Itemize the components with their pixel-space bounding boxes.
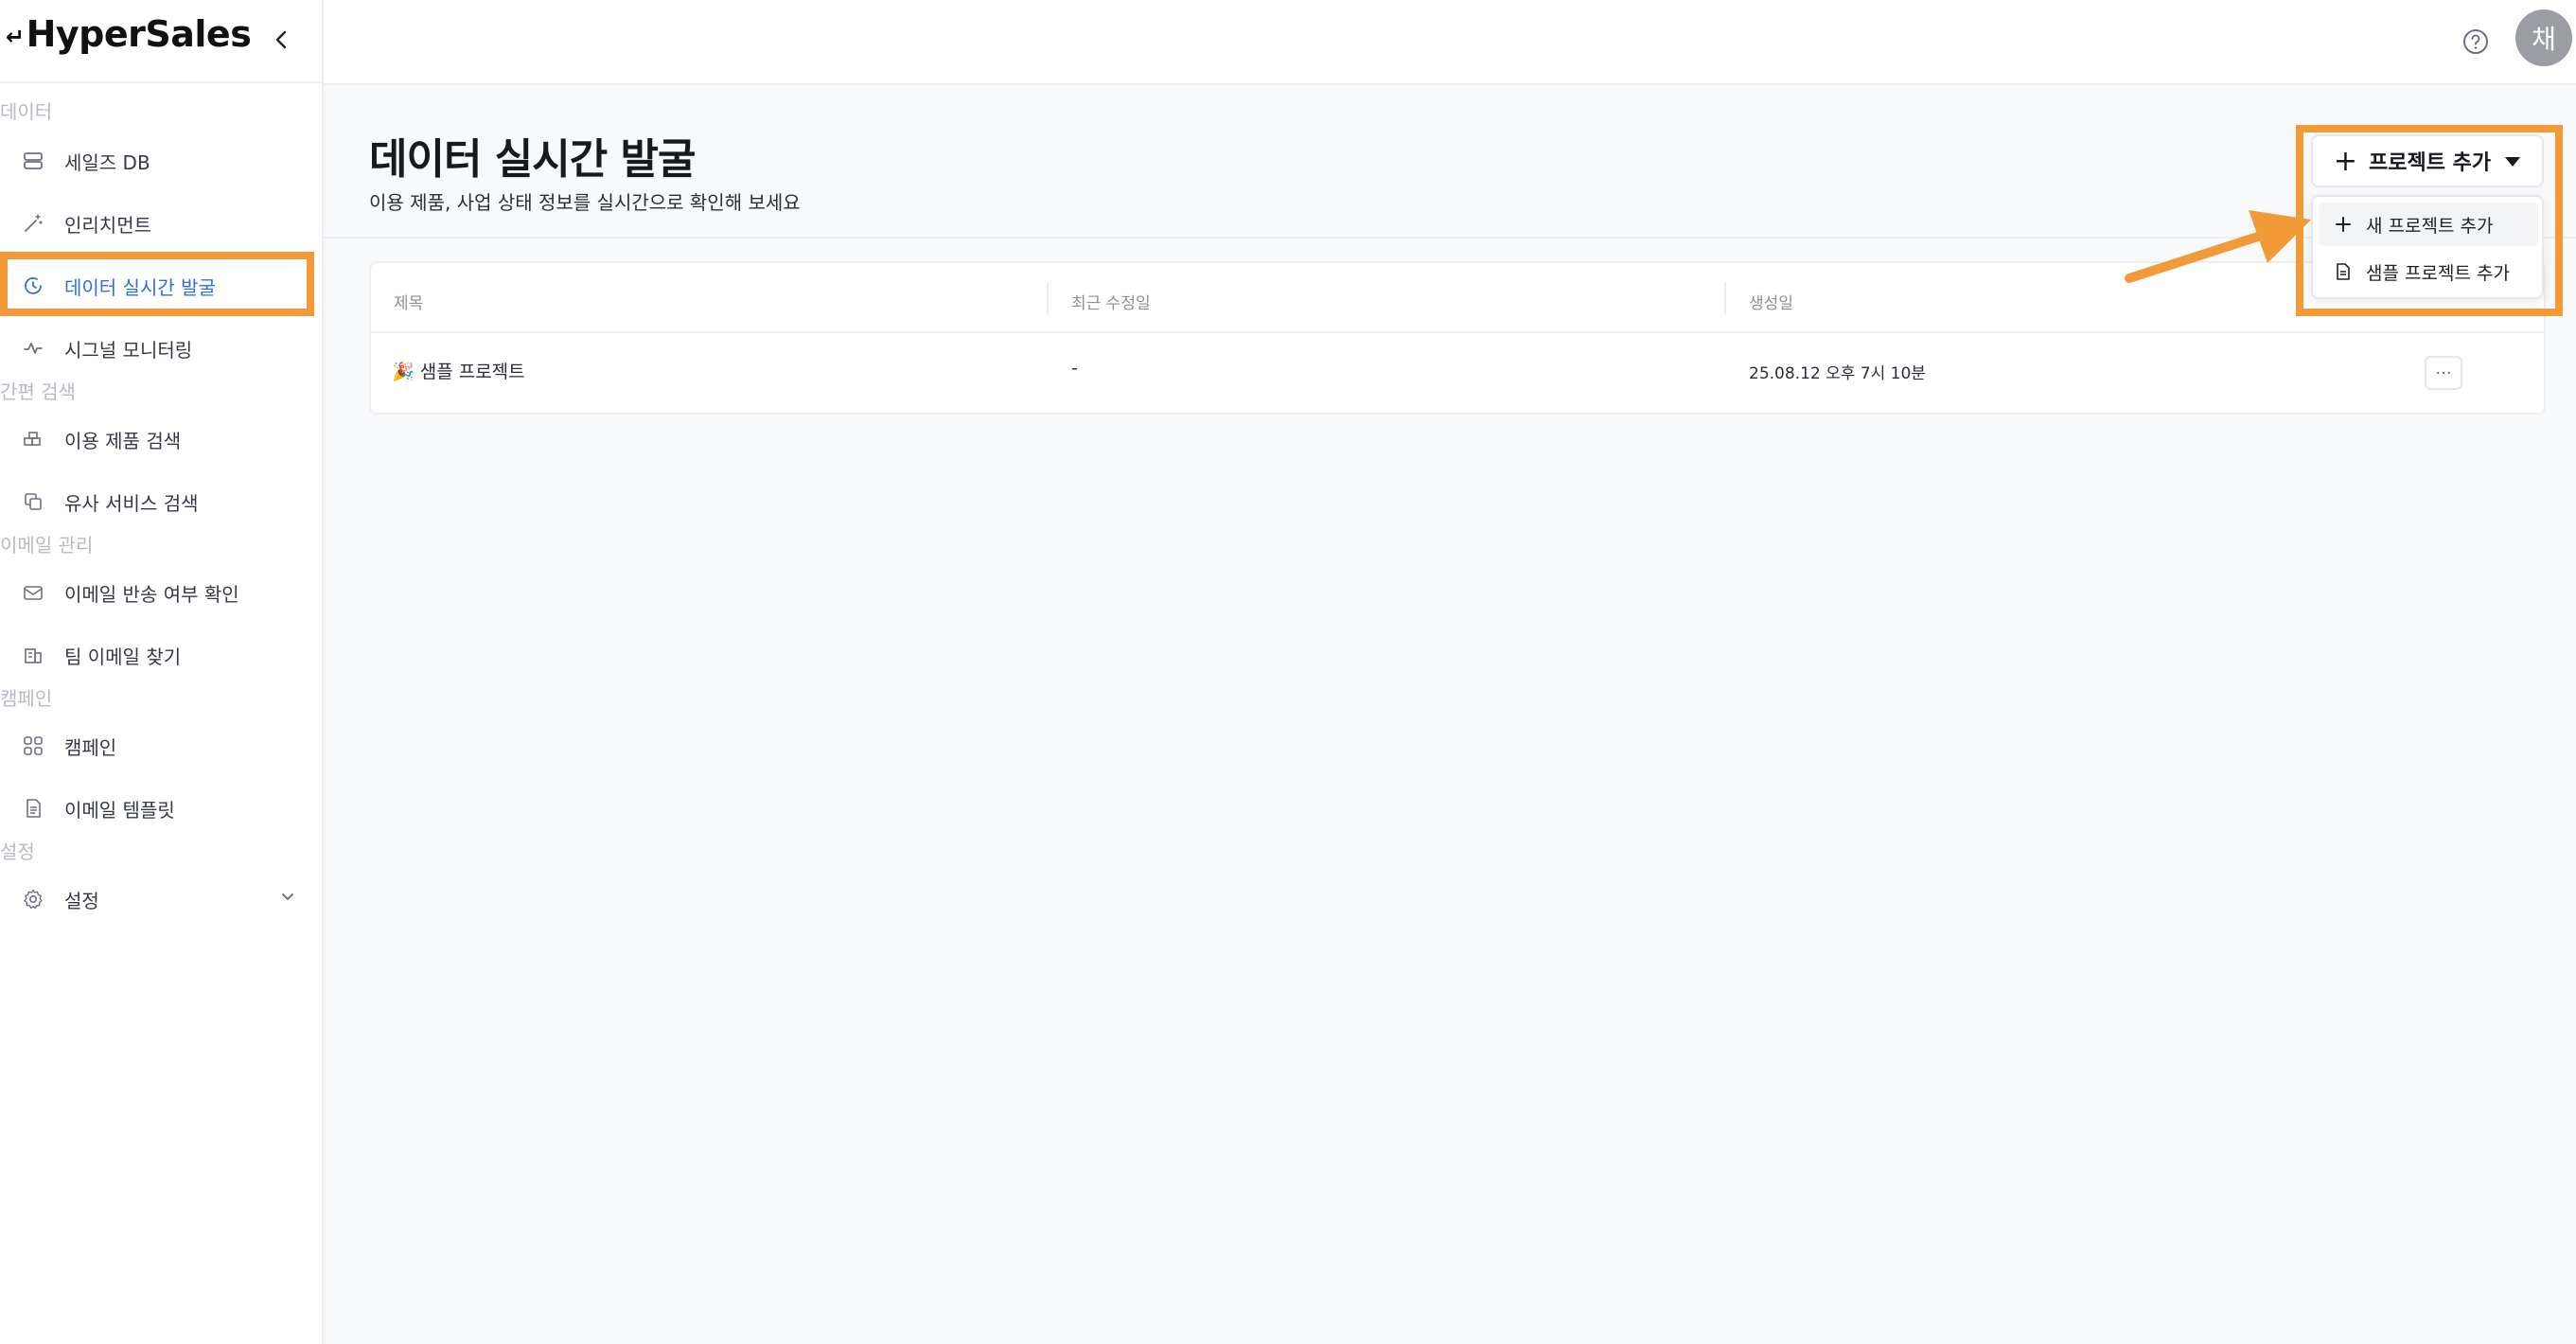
sidebar: ↵HyperSales 데이터 세일즈 DB 인리치먼트 데이터 실시간 발굴 … [0,0,324,1344]
sidebar-item-email-bounce-check[interactable]: 이메일 반송 여부 확인 [8,564,312,621]
sidebar-item-label: 설정 [64,889,99,912]
column-header-created: 생성일 [1749,294,1793,313]
sidebar-item-signal-monitoring[interactable]: 시그널 모니터링 [8,320,312,377]
party-popper-icon: 🎉 [392,362,415,382]
building-icon [17,639,49,671]
pulse-icon [17,332,49,364]
avatar[interactable]: 채 [2515,9,2572,66]
sidebar-item-email-template[interactable]: 이메일 템플릿 [8,780,312,837]
created-date-cell: 25.08.12 오후 7시 10분 [1749,364,1926,383]
sidebar-item-label: 이메일 템플릿 [64,798,175,822]
header-row-divider [371,331,2544,333]
logo-arrow-icon: ↵ [6,23,25,50]
section-label-settings: 설정 [0,840,35,863]
database-icon [17,145,49,177]
column-header-modified: 최근 수정일 [1071,294,1151,313]
projects-table: 제목 최근 수정일 생성일 🎉 샘플 프로젝트 - 25.08.12 오후 7시… [369,261,2546,415]
sidebar-item-settings[interactable]: 설정 [8,871,312,928]
sidebar-item-similar-service-search[interactable]: 유사 서비스 검색 [8,473,312,530]
gear-icon [17,883,49,915]
mail-check-icon [17,576,49,609]
modified-date-cell: - [1071,358,1078,379]
sidebar-item-enrichment[interactable]: 인리치먼트 [8,195,312,252]
magic-wand-icon [17,207,49,239]
highlight-box-active-item [0,252,314,316]
logo[interactable]: ↵HyperSales [6,13,252,55]
sidebar-item-label: 유사 서비스 검색 [64,491,199,515]
sidebar-item-label: 팀 이메일 찾기 [64,645,182,668]
column-separator[interactable] [1724,282,1726,314]
help-icon[interactable] [2457,23,2495,61]
ellipsis-icon: ··· [2435,363,2452,383]
sidebar-item-team-email-finder[interactable]: 팀 이메일 찾기 [8,627,312,683]
column-separator[interactable] [1047,282,1049,314]
sidebar-item-label: 이용 제품 검색 [64,429,182,452]
top-bar: 채 [324,0,2576,85]
chevron-left-icon [275,30,287,49]
copy-search-icon [17,486,49,518]
section-label-quick-search: 간편 검색 [0,380,76,403]
page-subtitle: 이용 제품, 사업 상태 정보를 실시간으로 확인해 보세요 [369,191,801,214]
section-label-data: 데이터 [0,100,53,123]
row-more-button[interactable]: ··· [2425,356,2462,390]
section-label-campaign: 캠페인 [0,687,53,710]
chevron-down-icon [278,888,297,911]
project-title-cell[interactable]: 🎉 샘플 프로젝트 [392,358,525,383]
logo-text: HyperSales [26,13,252,55]
sidebar-item-label: 이메일 반송 여부 확인 [64,582,239,606]
section-label-email-management: 이메일 관리 [0,534,94,557]
sidebar-item-label: 세일즈 DB [64,150,150,174]
logo-row: ↵HyperSales [0,0,322,83]
sidebar-item-label: 시그널 모니터링 [64,338,193,362]
sidebar-item-label: 캠페인 [64,735,117,759]
page-title: 데이터 실시간 발굴 [369,135,696,184]
grid-icon [17,730,49,762]
blocks-icon [17,423,49,455]
header-divider [324,237,2576,239]
highlight-box-add-project [2296,125,2563,316]
sidebar-item-product-search[interactable]: 이용 제품 검색 [8,411,312,468]
column-header-title: 제목 [394,294,424,313]
project-title: 샘플 프로젝트 [419,362,525,382]
sidebar-item-label: 인리치먼트 [64,213,151,237]
sidebar-item-sales-db[interactable]: 세일즈 DB [8,133,312,189]
document-icon [17,792,49,824]
sidebar-item-campaign[interactable]: 캠페인 [8,717,312,774]
collapse-sidebar-button[interactable] [263,21,301,59]
